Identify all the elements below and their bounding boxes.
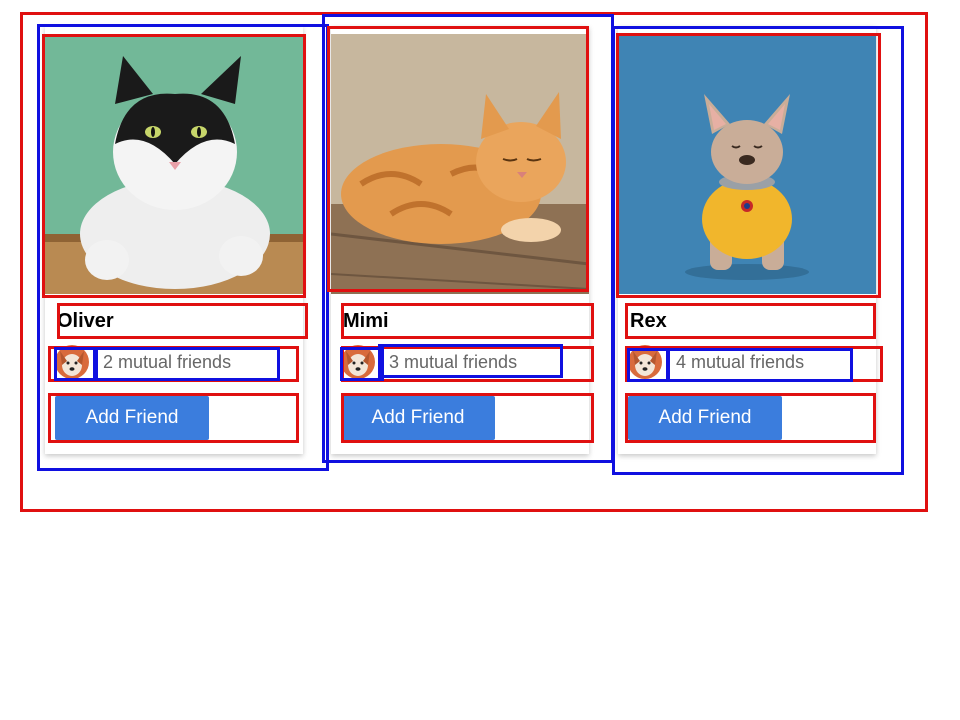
orange-tabby-cat-image — [331, 34, 589, 294]
friend-name[interactable]: Rex — [630, 310, 667, 333]
mutual-friends-row: 2 mutual friends — [55, 344, 231, 380]
friend-name[interactable]: Mimi — [343, 310, 389, 333]
mutual-friends-row: 3 mutual friends — [341, 344, 517, 380]
dog-avatar-icon — [628, 345, 662, 379]
friend-card-oliver: Oliver 2 mutual friends Add Friend — [45, 26, 303, 454]
mutual-friend-avatar[interactable] — [341, 345, 375, 379]
add-friend-button[interactable]: Add Friend — [341, 396, 495, 440]
friend-card-rex: Rex 4 mutual friends Add Friend — [618, 26, 876, 454]
mutual-friends-count[interactable]: 4 mutual friends — [676, 352, 804, 373]
add-friend-button[interactable]: Add Friend — [55, 396, 209, 440]
mutual-friend-avatar[interactable] — [55, 345, 89, 379]
black-white-cat-image — [45, 34, 303, 294]
friend-card-mimi: Mimi 3 mutual friends Add Friend — [331, 26, 589, 454]
add-friend-button[interactable]: Add Friend — [628, 396, 782, 440]
mutual-friends-count[interactable]: 3 mutual friends — [389, 352, 517, 373]
friend-name[interactable]: Oliver — [57, 310, 114, 333]
profile-photo[interactable] — [331, 34, 589, 294]
profile-photo[interactable] — [45, 34, 303, 294]
mutual-friend-avatar[interactable] — [628, 345, 662, 379]
dog-avatar-icon — [341, 345, 375, 379]
mutual-friends-row: 4 mutual friends — [628, 344, 804, 380]
mutual-friends-count[interactable]: 2 mutual friends — [103, 352, 231, 373]
dog-avatar-icon — [55, 345, 89, 379]
french-bulldog-image — [618, 34, 876, 294]
profile-photo[interactable] — [618, 34, 876, 294]
